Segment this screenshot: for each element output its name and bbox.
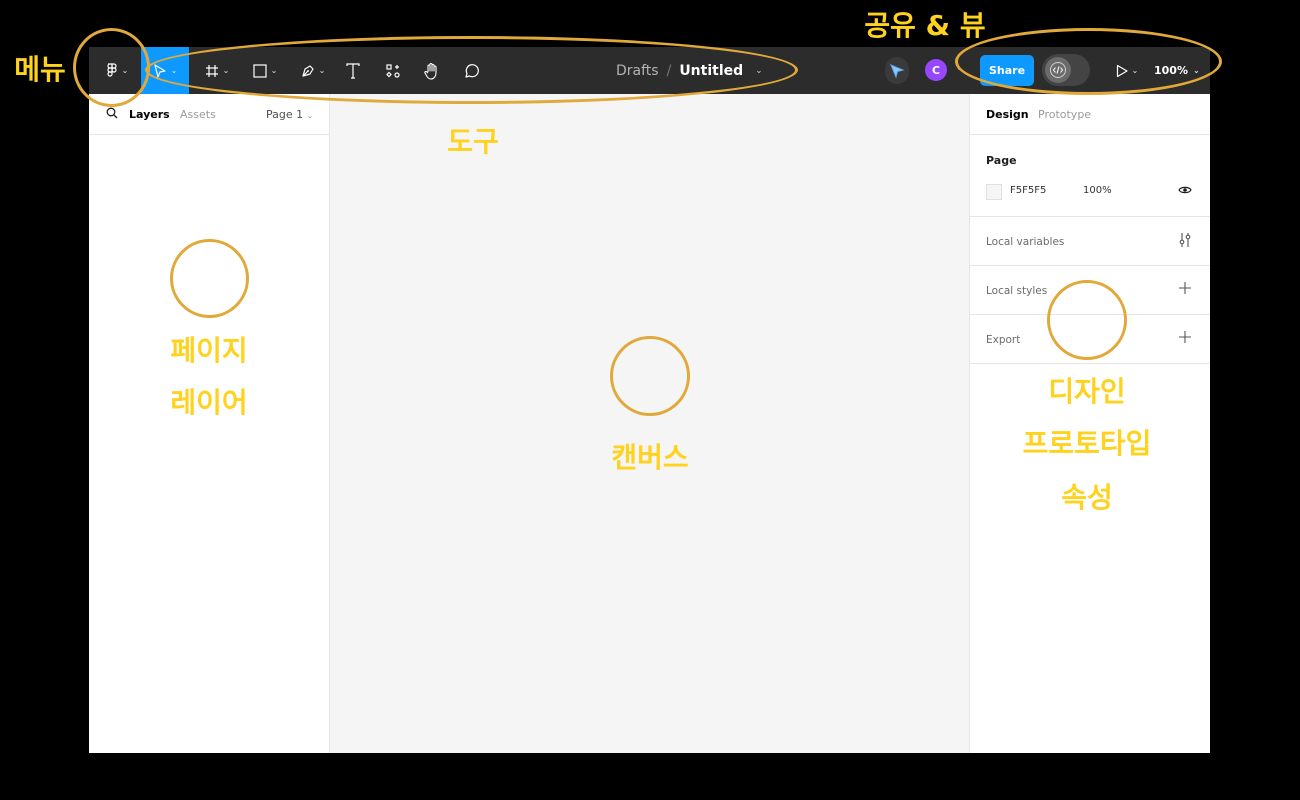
shape-tool-icon [253,63,267,78]
local-styles-label: Local styles [986,285,1048,297]
multiplayer-cursor-icon [890,63,905,79]
comment-tool-icon [465,63,479,78]
tab-layers[interactable]: Layers [129,108,170,121]
figma-editor-window: ⌄ ⌄ ⌄ ⌄ ⌄ Drafts / Untitled ⌄ C ⌄ Share … [89,47,1210,753]
breadcrumb-separator: / [666,62,672,79]
page-color-opacity[interactable]: 100% [1083,185,1112,196]
tab-design[interactable]: Design [986,108,1029,121]
annotation-label-tools: 도구 [447,125,499,158]
avatar[interactable]: C [925,59,947,81]
search-icon[interactable] [106,107,118,119]
annotation-label-canvas: 캔버스 [611,441,689,474]
annotation-label-page: 페이지 [170,334,248,367]
dev-mode-toggle[interactable] [1042,54,1090,86]
local-variables-row[interactable]: Local variables [970,217,1210,266]
chevron-down-icon: ⌄ [1131,66,1139,75]
right-panel-tabs: Design Prototype [970,94,1210,135]
present-button[interactable]: ⌄ [1113,47,1141,94]
page-section-title: Page [986,154,1017,167]
text-tool-icon [346,62,360,79]
pen-tool-icon [302,64,314,77]
move-tool-button[interactable]: ⌄ [141,47,189,94]
annotation-label-prototype: 프로토타입 [1022,427,1152,460]
annotation-label-properties: 속성 [1061,481,1113,514]
breadcrumb-drafts[interactable]: Drafts [616,63,659,79]
zoom-level: 100% [1154,64,1188,77]
plus-icon[interactable] [1178,330,1192,344]
breadcrumb: Drafts / Untitled ⌄ [616,47,763,94]
annotation-label-share-view: 공유 & 뷰 [864,9,986,42]
annotation-label-layer: 레이어 [170,386,248,419]
left-panel-header: Layers Assets Page 1 ⌄ [89,94,329,135]
chevron-down-icon: ⌄ [318,66,326,75]
variables-adjust-icon[interactable] [1178,232,1192,248]
canvas[interactable] [330,94,969,753]
figma-menu-icon [107,62,117,77]
chevron-down-icon: ⌄ [306,111,314,120]
eye-icon[interactable] [1178,183,1192,197]
shape-tool-button[interactable]: ⌄ [245,47,285,94]
page-color-hex[interactable]: F5F5F5 [1010,185,1046,196]
chevron-down-icon: ⌄ [270,66,278,75]
chevron-down-icon: ⌄ [170,66,178,75]
local-variables-label: Local variables [986,236,1065,248]
file-title[interactable]: Untitled [679,63,743,79]
chevron-down-icon[interactable]: ⌄ [755,66,763,76]
dev-mode-icon [1050,62,1066,78]
toolbar: ⌄ ⌄ ⌄ ⌄ ⌄ Drafts / Untitled ⌄ C ⌄ Share … [89,47,1210,94]
tab-assets[interactable]: Assets [180,108,216,121]
local-styles-row[interactable]: Local styles [970,266,1210,315]
tab-prototype[interactable]: Prototype [1038,108,1091,121]
main-menu-button[interactable]: ⌄ [97,47,137,94]
zoom-menu[interactable]: 100% ⌄ [1154,47,1200,94]
dev-mode-knob [1045,57,1071,83]
page-selector[interactable]: Page 1 ⌄ [266,108,313,121]
cursor-chat-button[interactable] [885,57,909,84]
page-selector-label: Page 1 [266,108,304,121]
hand-tool-button[interactable] [420,47,444,94]
share-button[interactable]: Share [980,55,1034,86]
hand-tool-icon [424,62,437,80]
frame-tool-button[interactable]: ⌄ [197,47,237,94]
present-icon [1116,64,1128,77]
resources-icon [386,63,400,78]
comment-tool-button[interactable] [460,47,484,94]
plus-icon[interactable] [1178,281,1192,295]
chevron-down-icon[interactable]: ⌄ [956,63,963,72]
page-section: Page F5F5F5 100% [970,135,1210,217]
chevron-down-icon: ⌄ [1192,66,1200,75]
export-label: Export [986,334,1021,346]
text-tool-button[interactable] [341,47,365,94]
annotation-label-design: 디자인 [1048,375,1126,408]
annotation-label-menu: 메뉴 [14,53,66,86]
move-tool-icon [154,63,166,78]
left-panel: Layers Assets Page 1 ⌄ [89,94,330,753]
pen-tool-button[interactable]: ⌄ [293,47,333,94]
chevron-down-icon: ⌄ [222,66,230,75]
resources-button[interactable] [381,47,405,94]
chevron-down-icon: ⌄ [121,66,129,75]
export-row[interactable]: Export [970,315,1210,364]
page-color-swatch[interactable] [986,184,1002,200]
frame-tool-icon [205,64,218,77]
